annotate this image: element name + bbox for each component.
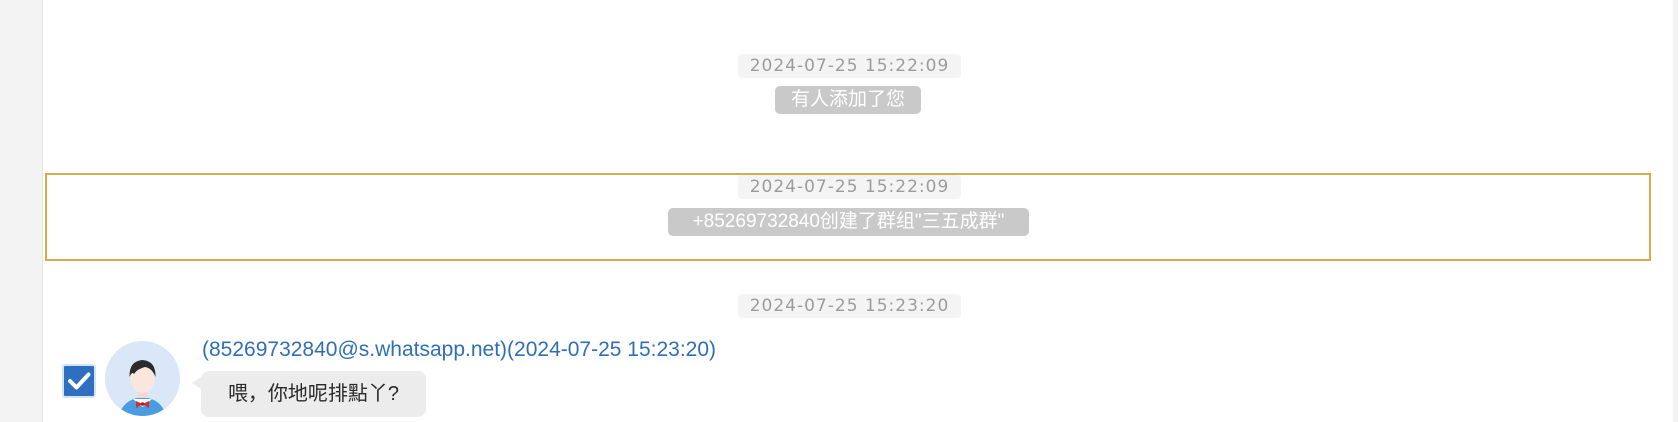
sender-info-link[interactable]: (85269732840@s.whatsapp.net)(2024-07-25 … bbox=[202, 337, 716, 363]
message-timestamp: 2024-07-25 15:23:20 bbox=[738, 294, 961, 318]
avatar bbox=[105, 341, 180, 416]
checkmark-icon bbox=[68, 372, 91, 390]
chat-window: 2024-07-25 15:22:09 有人添加了您 2024-07-25 15… bbox=[0, 0, 1678, 422]
default-user-avatar-icon bbox=[105, 341, 180, 416]
system-message: +85269732840创建了群组"三五成群" bbox=[668, 208, 1029, 236]
message-select-checkbox[interactable] bbox=[62, 364, 96, 398]
message-timestamp: 2024-07-25 15:22:09 bbox=[738, 54, 961, 78]
message-timestamp: 2024-07-25 15:22:09 bbox=[738, 175, 961, 199]
message-bubble[interactable]: 喂，你地呢排點丫? bbox=[201, 371, 426, 417]
system-message: 有人添加了您 bbox=[775, 86, 921, 114]
